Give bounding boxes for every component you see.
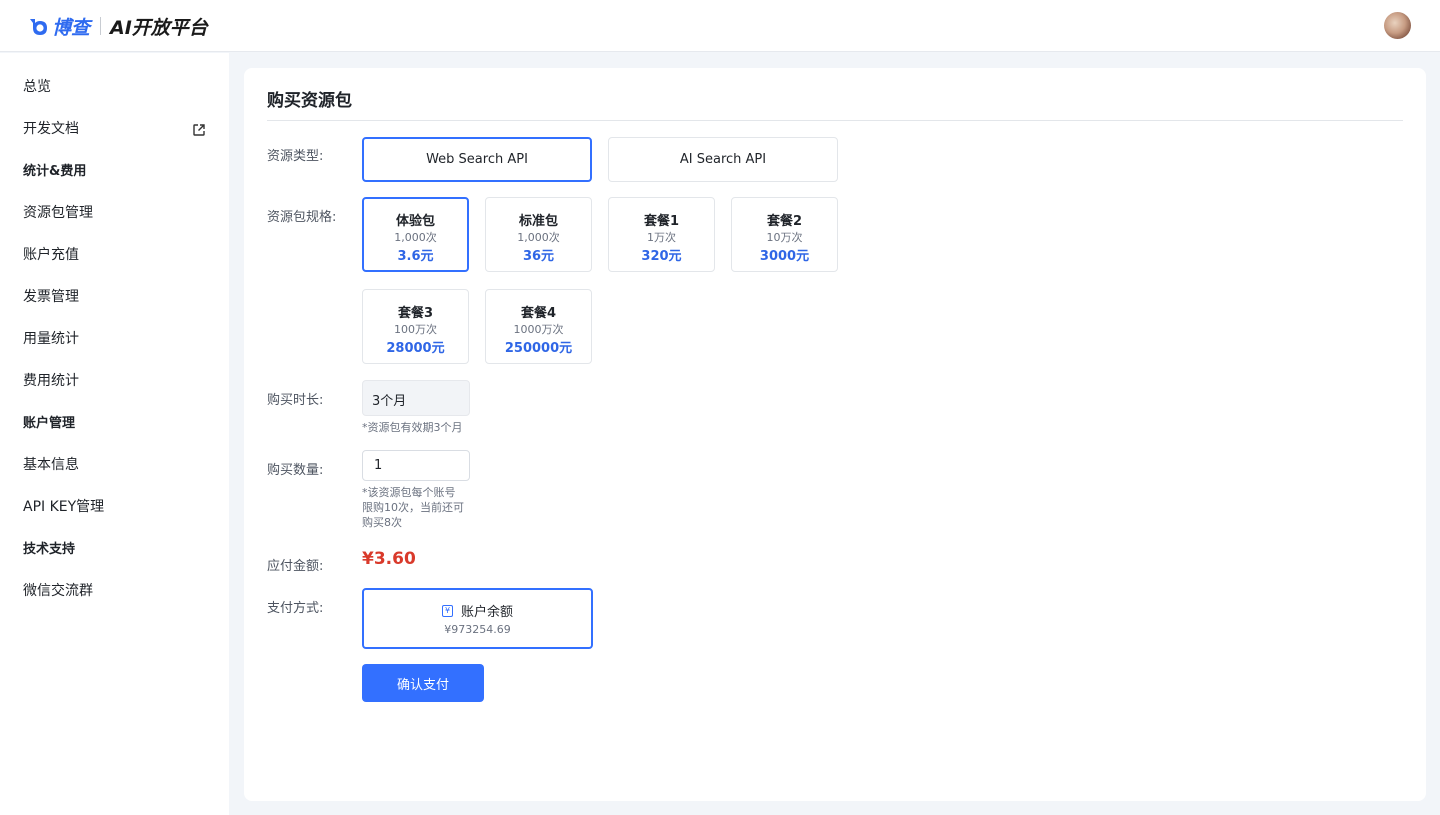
sidebar-item-wechat-group[interactable]: 微信交流群 <box>23 581 93 601</box>
sidebar-group-stats-fees: 统计&费用 <box>23 164 87 179</box>
package-option-plan-2[interactable]: 套餐2 10万次 3000元 <box>731 197 838 272</box>
package-option-plan-1[interactable]: 套餐1 1万次 320元 <box>608 197 715 272</box>
type-option-ai-search[interactable]: AI Search API <box>608 137 838 182</box>
sidebar-item-overview[interactable]: 总览 <box>23 77 51 97</box>
duration-hint: *资源包有效期3个月 <box>362 421 463 434</box>
confirm-payment-button[interactable]: 确认支付 <box>362 664 484 702</box>
package-count: 1,000次 <box>517 231 560 244</box>
package-price: 250000元 <box>504 341 573 356</box>
sidebar-group-account: 账户管理 <box>23 416 76 431</box>
logo-separator <box>100 17 102 35</box>
payment-name: 账户余额 <box>460 605 513 620</box>
quantity-label: 购买数量: <box>267 463 324 478</box>
package-price: 320元 <box>641 249 682 264</box>
sidebar-group-support: 技术支持 <box>23 542 76 557</box>
external-link-icon[interactable] <box>192 122 206 136</box>
package-count: 1000万次 <box>513 323 564 336</box>
sidebar-item-invoice[interactable]: 发票管理 <box>23 287 79 307</box>
page-title: 购买资源包 <box>267 91 352 111</box>
package-count: 10万次 <box>766 231 803 244</box>
sidebar-item-basic-info[interactable]: 基本信息 <box>23 455 79 475</box>
package-name: 套餐4 <box>520 306 557 321</box>
package-name: 套餐2 <box>766 214 803 229</box>
package-option-plan-4[interactable]: 套餐4 1000万次 250000元 <box>485 289 592 364</box>
quantity-hint-line-3: 购买8次 <box>362 516 402 529</box>
package-count: 100万次 <box>394 323 437 336</box>
logo-brand-text: 博查 <box>52 16 91 39</box>
sidebar-item-recharge[interactable]: 账户充值 <box>23 245 79 265</box>
sidebar: 总览 开发文档 统计&费用 资源包管理 账户充值 发票管理 用量统计 费用统计 … <box>0 53 229 815</box>
package-option-standard[interactable]: 标准包 1,000次 36元 <box>485 197 592 272</box>
quantity-hint-line-2: 限购10次，当前还可 <box>362 501 464 514</box>
platform-title: AI开放平台 <box>110 16 208 39</box>
payment-label: 支付方式: <box>267 601 324 616</box>
package-count: 1,000次 <box>394 231 437 244</box>
package-option-trial[interactable]: 体验包 1,000次 3.6元 <box>362 197 469 272</box>
package-spec-label: 资源包规格: <box>267 210 337 225</box>
package-price: 3.6元 <box>397 249 434 264</box>
user-avatar[interactable] <box>1384 12 1411 39</box>
bocha-logo-icon <box>28 15 50 37</box>
duration-label: 购买时长: <box>267 393 324 408</box>
package-name: 标准包 <box>518 214 558 229</box>
purchase-card: 购买资源包 资源类型: Web Search API AI Search API… <box>244 68 1426 801</box>
package-count: 1万次 <box>647 231 676 244</box>
package-price: 3000元 <box>759 249 810 264</box>
package-name: 套餐3 <box>397 306 434 321</box>
duration-field: 3个月 <box>362 380 470 416</box>
sidebar-item-package-management[interactable]: 资源包管理 <box>23 203 93 223</box>
quantity-input[interactable] <box>362 450 470 481</box>
sidebar-item-cost-stats[interactable]: 费用统计 <box>23 371 79 391</box>
logo[interactable]: 博查 AI开放平台 <box>28 13 208 39</box>
title-divider <box>267 120 1403 121</box>
amount-label: 应付金额: <box>267 559 324 574</box>
package-name: 套餐1 <box>643 214 680 229</box>
yen-wallet-icon: ¥ <box>441 604 453 617</box>
amount-value: ¥3.60 <box>362 549 416 569</box>
type-option-web-search[interactable]: Web Search API <box>362 137 592 182</box>
sidebar-item-dev-docs[interactable]: 开发文档 <box>23 119 79 139</box>
package-price: 36元 <box>522 249 555 264</box>
top-header: 博查 AI开放平台 <box>0 0 1440 52</box>
package-price: 28000元 <box>386 341 445 356</box>
sidebar-item-api-key[interactable]: API KEY管理 <box>23 497 104 517</box>
account-balance: ¥973254.69 <box>444 623 511 636</box>
quantity-hint-line-1: *该资源包每个账号 <box>362 486 456 499</box>
payment-option-balance[interactable]: ¥ 账户余额 ¥973254.69 <box>362 588 593 649</box>
package-name: 体验包 <box>395 214 435 229</box>
package-option-plan-3[interactable]: 套餐3 100万次 28000元 <box>362 289 469 364</box>
resource-type-label: 资源类型: <box>267 149 324 164</box>
sidebar-item-usage-stats[interactable]: 用量统计 <box>23 329 79 349</box>
